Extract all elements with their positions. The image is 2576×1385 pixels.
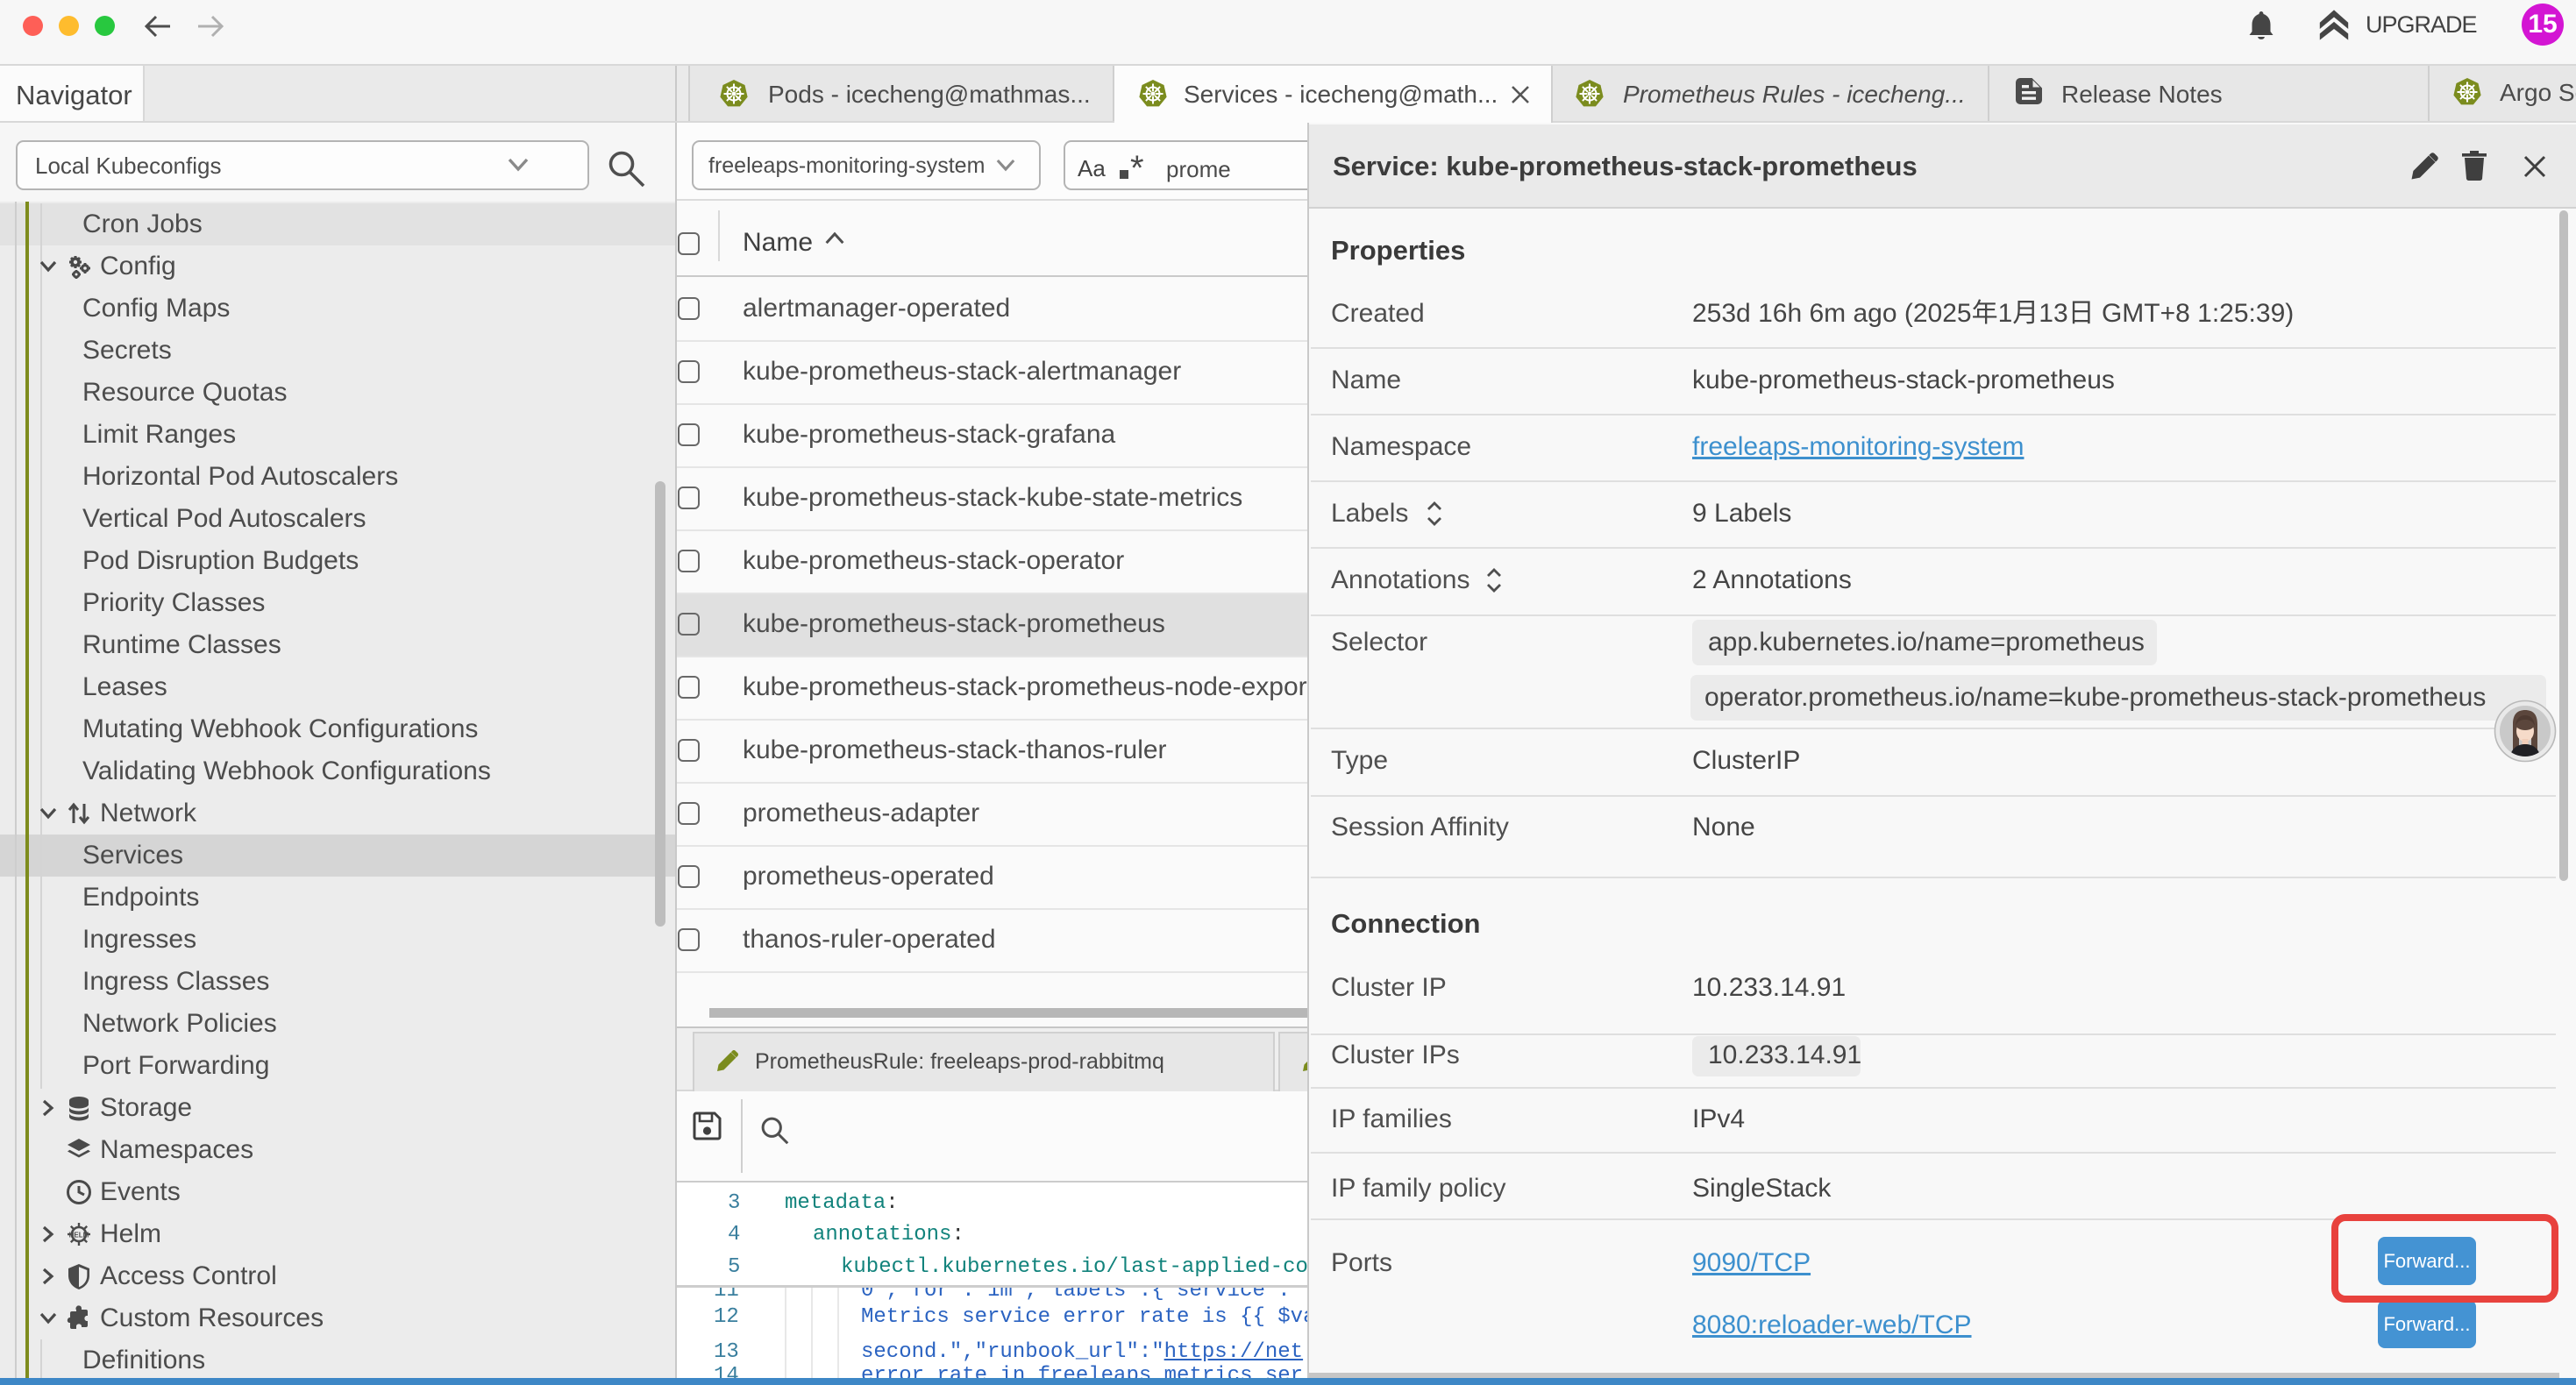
svg-text:HELM: HELM: [69, 1232, 89, 1239]
